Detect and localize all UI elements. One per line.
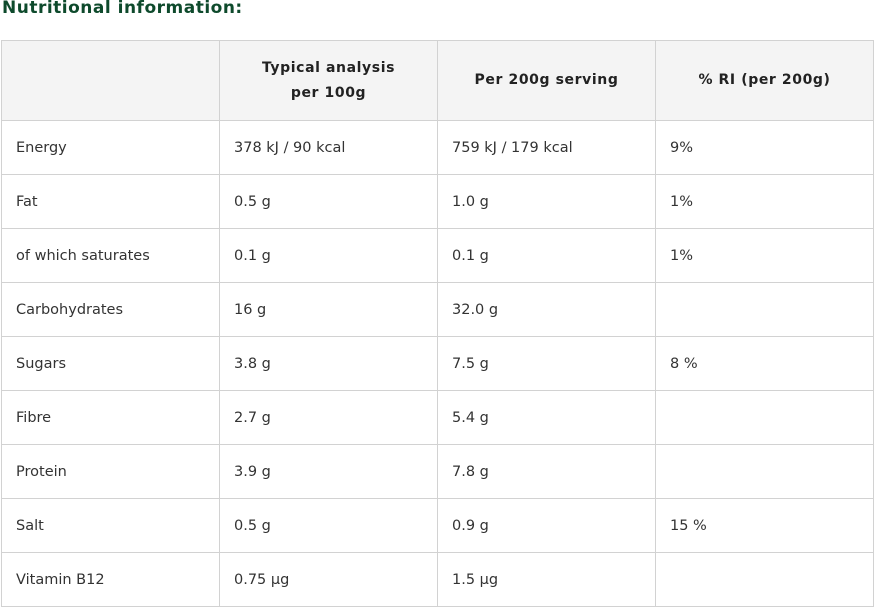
cell-per-serving: 32.0 g	[437, 282, 656, 337]
table-row: Fibre 2.7 g 5.4 g	[1, 390, 874, 445]
cell-per-100g: 3.8 g	[219, 336, 438, 391]
table-row: Fat 0.5 g 1.0 g 1%	[1, 174, 874, 229]
cell-ri	[655, 444, 874, 499]
cell-nutrient: Salt	[1, 498, 220, 553]
cell-nutrient: Energy	[1, 120, 220, 175]
cell-ri	[655, 390, 874, 445]
cell-ri	[655, 282, 874, 337]
cell-nutrient: Carbohydrates	[1, 282, 220, 337]
page-title: Nutritional information:	[2, 0, 243, 18]
table-row: Vitamin B12 0.75 µg 1.5 µg	[1, 552, 874, 607]
cell-per-100g: 0.75 µg	[219, 552, 438, 607]
header-per-100g: Typical analysis per 100g	[219, 40, 438, 121]
cell-nutrient: Vitamin B12	[1, 552, 220, 607]
cell-per-serving: 7.5 g	[437, 336, 656, 391]
table-row: Energy 378 kJ / 90 kcal 759 kJ / 179 kcal 9…	[1, 120, 874, 175]
table-row: Sugars 3.8 g 7.5 g8 %	[1, 336, 874, 391]
cell-per-100g: 0.5 g	[219, 174, 438, 229]
cell-per-100g: 0.1 g	[219, 228, 438, 283]
cell-per-serving: 759 kJ / 179 kcal	[437, 120, 656, 175]
cell-per-serving: 1.0 g	[437, 174, 656, 229]
table-row: Salt 0.5 g 0.9 g 15 %	[1, 498, 874, 553]
header-per-100g-line2: per 100g	[290, 84, 367, 101]
nutrition-table: Typical analysis per 100g Per 200g servi…	[1, 40, 874, 607]
cell-nutrient: Fibre	[1, 390, 220, 445]
header-ri: % RI (per 200g)	[655, 40, 874, 121]
cell-per-100g: 378 kJ / 90 kcal	[219, 120, 438, 175]
cell-per-100g: 0.5 g	[219, 498, 438, 553]
header-per-100g-line1: Typical analysis	[261, 59, 396, 76]
cell-nutrient: Sugars	[1, 336, 220, 391]
table-header: Typical analysis per 100g Per 200g servi…	[1, 40, 874, 121]
cell-ri: 9%	[655, 120, 874, 175]
cell-nutrient: of which saturates	[1, 228, 220, 283]
cell-per-serving: 7.8 g	[437, 444, 656, 499]
cell-per-serving: 0.1 g	[437, 228, 656, 283]
cell-per-serving: 5.4 g	[437, 390, 656, 445]
cell-ri: 15 %	[655, 498, 874, 553]
cell-ri: 1%	[655, 228, 874, 283]
cell-ri: 1%	[655, 174, 874, 229]
cell-nutrient: Fat	[1, 174, 220, 229]
cell-per-100g: 3.9 g	[219, 444, 438, 499]
cell-per-serving: 0.9 g	[437, 498, 656, 553]
table-body: Energy 378 kJ / 90 kcal 759 kJ / 179 kcal 9…	[1, 120, 874, 607]
header-row: Typical analysis per 100g Per 200g servi…	[1, 40, 874, 121]
cell-per-100g: 2.7 g	[219, 390, 438, 445]
cell-per-100g: 16 g	[219, 282, 438, 337]
cell-ri	[655, 552, 874, 607]
table-row: Carbohydrates 16 g 32.0 g	[1, 282, 874, 337]
table-row: Protein 3.9 g 7.8 g	[1, 444, 874, 499]
cell-nutrient: Protein	[1, 444, 220, 499]
cell-per-serving: 1.5 µg	[437, 552, 656, 607]
header-nutrient	[1, 40, 220, 121]
cell-ri: 8 %	[655, 336, 874, 391]
table-row: of which saturates 0.1 g 0.1 g 1%	[1, 228, 874, 283]
header-per-serving: Per 200g serving	[437, 40, 656, 121]
